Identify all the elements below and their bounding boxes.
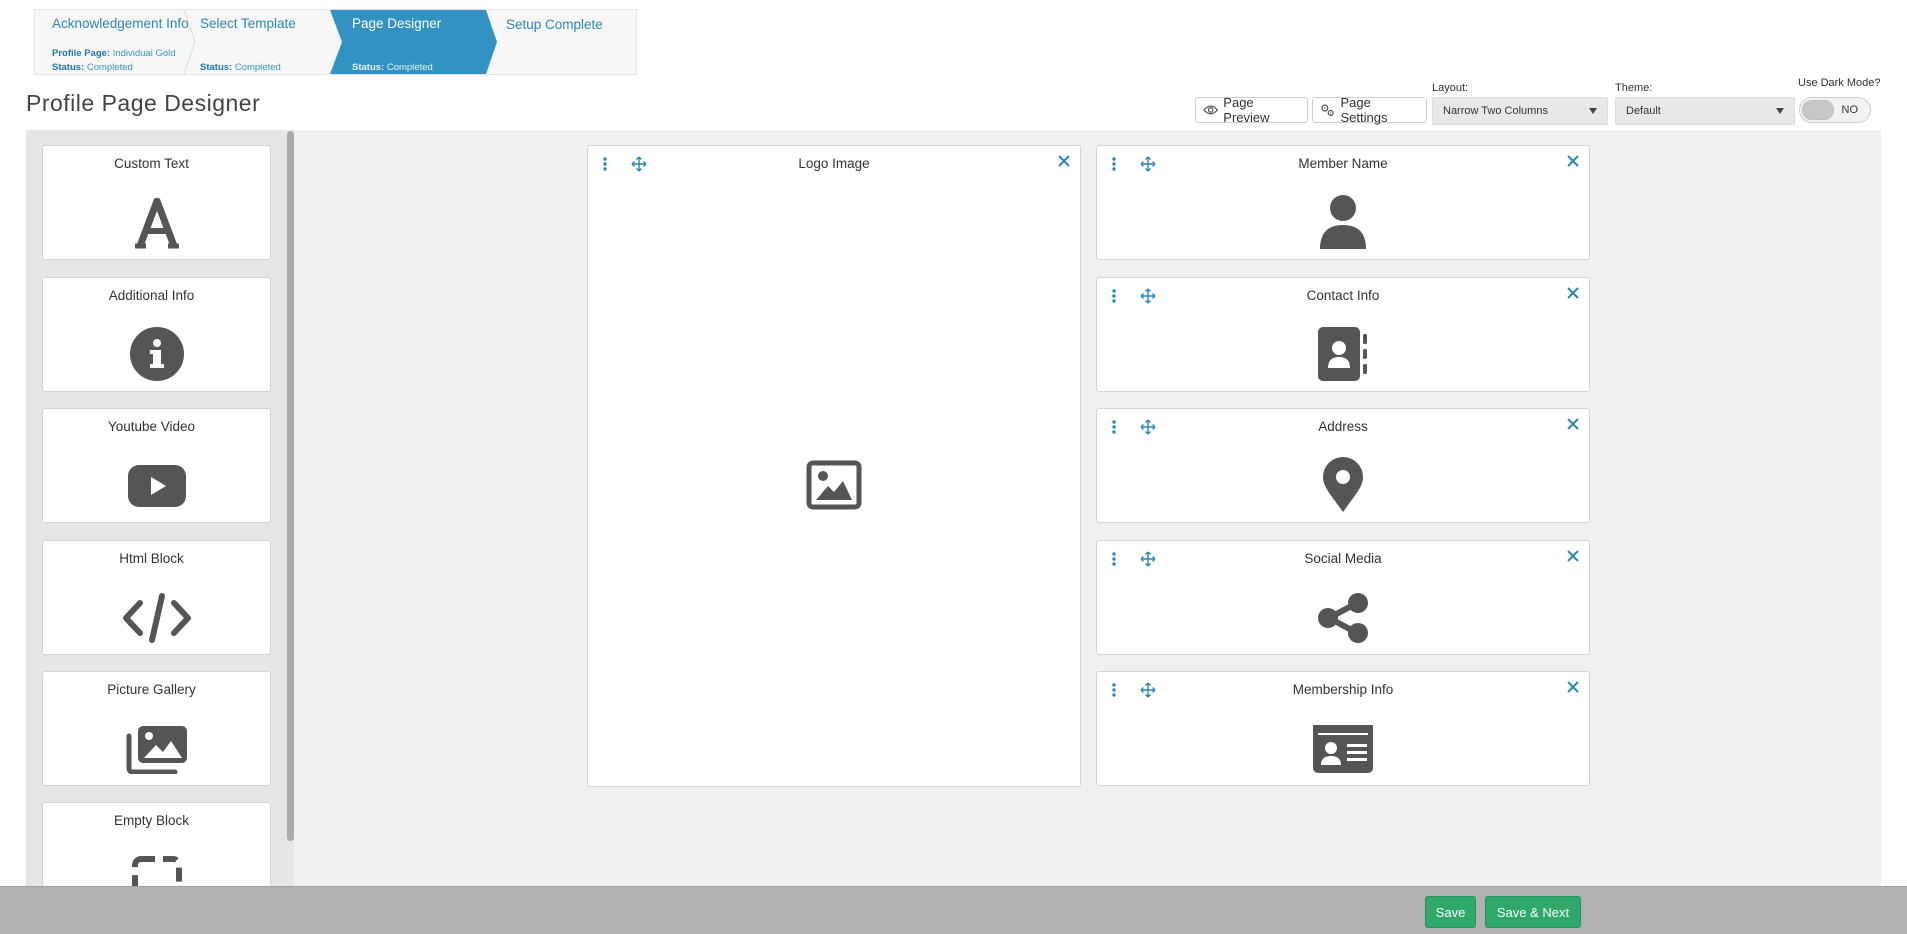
page-settings-label: Page Settings — [1340, 95, 1388, 125]
theme-label: Theme: — [1615, 82, 1653, 94]
layout-block-member-name[interactable]: Member Name — [1096, 145, 1590, 260]
step-status: Status: Completed — [52, 62, 133, 73]
save-and-next-button[interactable]: Save & Next — [1485, 896, 1581, 928]
dark-mode-toggle[interactable]: NO — [1799, 97, 1871, 123]
letter-a-icon — [134, 198, 179, 249]
theme-select[interactable]: Default — [1615, 97, 1795, 125]
image-icon — [806, 460, 862, 510]
step-title: Select Template — [200, 16, 296, 31]
block-title: Logo Image — [798, 156, 870, 171]
step-title: Setup Complete — [506, 17, 603, 32]
palette-item-picture-gallery[interactable]: Picture Gallery — [42, 671, 271, 786]
youtube-icon — [127, 465, 186, 507]
block-title: Social Media — [1304, 551, 1382, 566]
palette-item-additional-info[interactable]: Additional Info — [42, 277, 271, 392]
address-book-icon — [1318, 327, 1367, 381]
map-marker-icon — [1323, 457, 1363, 512]
close-icon[interactable] — [1567, 681, 1579, 693]
page-preview-label: Page Preview — [1223, 95, 1270, 125]
palette-item-youtube-video[interactable]: Youtube Video — [42, 408, 271, 523]
step-acknowledgement-info[interactable]: Acknowledgement Info Profile Page: Indiv… — [35, 10, 189, 74]
step-profile-page: Profile Page: Individual Gold — [52, 48, 176, 59]
active-step-left-edge — [330, 10, 350, 74]
page-settings-button[interactable]: Page Settings — [1312, 95, 1427, 125]
palette-item-label: Additional Info — [108, 288, 195, 303]
toggle-knob — [1802, 100, 1834, 120]
layout-block-address[interactable]: Address — [1096, 408, 1590, 523]
page-preview-button[interactable]: Page Preview — [1195, 95, 1308, 125]
palette-item-html-block[interactable]: Html Block — [42, 540, 271, 655]
theme-value: Default — [1626, 105, 1661, 117]
close-icon[interactable] — [1567, 155, 1579, 167]
caret-down-icon — [1589, 108, 1597, 114]
palette-scrollbar[interactable] — [287, 131, 294, 841]
layout-value: Narrow Two Columns — [1443, 105, 1548, 117]
close-icon[interactable] — [1567, 550, 1579, 562]
step-status: Status: Completed — [352, 62, 433, 73]
close-icon[interactable] — [1567, 418, 1579, 430]
palette-item-label: Empty Block — [113, 813, 190, 828]
layout-block-logo-image[interactable]: Logo Image — [587, 145, 1081, 787]
user-icon — [1320, 195, 1366, 249]
caret-down-icon — [1776, 108, 1784, 114]
close-icon[interactable] — [1567, 287, 1579, 299]
layout-block-social-media[interactable]: Social Media — [1096, 540, 1590, 655]
step-title: Page Designer — [352, 16, 442, 31]
layout-block-membership-info[interactable]: Membership Info — [1096, 671, 1590, 786]
palette-item-custom-text[interactable]: Custom Text — [42, 145, 271, 260]
palette-item-label: Custom Text — [114, 156, 189, 171]
id-card-icon — [1313, 725, 1373, 773]
save-button[interactable]: Save — [1425, 896, 1476, 928]
palette-item-label: Youtube Video — [107, 419, 196, 434]
page-title: Profile Page Designer — [26, 90, 261, 116]
images-icon — [126, 726, 187, 774]
layout-label: Layout: — [1432, 82, 1469, 94]
step-title: Acknowledgement Info — [52, 16, 189, 31]
code-icon — [122, 593, 191, 643]
layout-block-contact-info[interactable]: Contact Info — [1096, 277, 1590, 392]
info-circle-icon — [129, 327, 184, 381]
block-title: Membership Info — [1292, 682, 1394, 697]
active-step-arrow — [484, 10, 497, 74]
footer-bar — [0, 886, 1907, 934]
block-title: Member Name — [1298, 156, 1388, 171]
gears-icon — [1321, 104, 1334, 116]
block-title: Contact Info — [1306, 288, 1380, 303]
dark-mode-value: NO — [1841, 104, 1859, 116]
layout-select[interactable]: Narrow Two Columns — [1432, 97, 1608, 125]
palette-item-label: Picture Gallery — [107, 682, 196, 697]
step-status: Status: Completed — [200, 62, 281, 73]
close-icon[interactable] — [1058, 155, 1070, 167]
block-title: Address — [1318, 419, 1368, 434]
share-icon — [1318, 593, 1368, 643]
palette-item-label: Html Block — [119, 551, 184, 566]
wizard-steps: Acknowledgement Info Profile Page: Indiv… — [34, 9, 637, 75]
step-page-designer[interactable]: Page Designer Status: Completed — [348, 10, 484, 74]
eye-icon — [1203, 105, 1219, 115]
dark-mode-label: Use Dark Mode? — [1798, 77, 1881, 89]
step-setup-complete[interactable]: Setup Complete — [499, 10, 637, 74]
